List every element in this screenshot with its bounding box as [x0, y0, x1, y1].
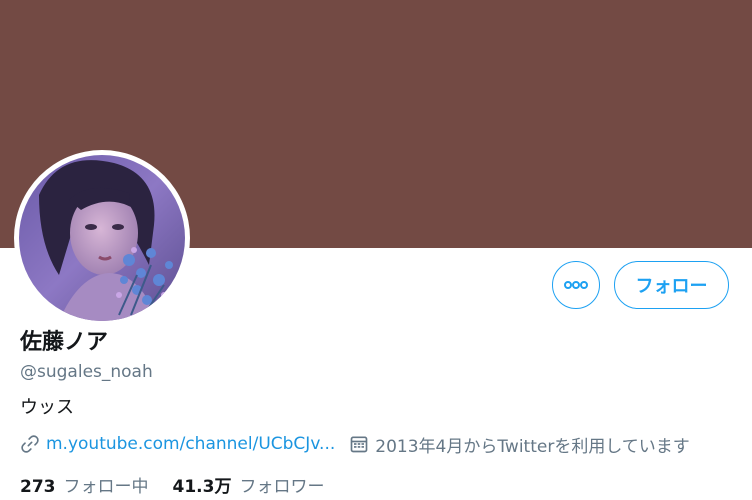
followers-label: フォロワー — [239, 477, 325, 497]
profile-bio: ウッス — [20, 397, 74, 418]
profile-url-link[interactable]: m.youtube.com/channel/UCbCJv... — [46, 434, 335, 454]
followers-stat[interactable]: 41.3万 フォロワー — [173, 472, 325, 497]
avatar[interactable] — [19, 155, 185, 321]
follow-stats: 273 フォロー中 41.3万 フォロワー — [20, 472, 324, 497]
avatar-photo — [19, 155, 185, 321]
joined-date-item: 2013年4月からTwitterを利用しています — [349, 432, 690, 457]
display-name: 佐藤ノア — [20, 330, 109, 355]
more-dots-icon — [564, 281, 588, 289]
following-stat[interactable]: 273 フォロー中 — [20, 472, 149, 497]
calendar-icon — [350, 436, 368, 453]
profile-meta: m.youtube.com/channel/UCbCJv... 2013年4月か… — [20, 432, 690, 457]
following-count: 273 — [20, 477, 56, 497]
link-icon — [21, 435, 39, 453]
joined-date-text: 2013年4月からTwitterを利用しています — [375, 436, 690, 457]
user-handle: @sugales_noah — [20, 362, 153, 382]
follow-button[interactable]: フォロー — [614, 261, 729, 309]
avatar-frame — [14, 150, 190, 326]
profile-url-item: m.youtube.com/channel/UCbCJv... — [20, 434, 335, 454]
following-label: フォロー中 — [63, 477, 149, 497]
profile-page: フォロー 佐藤ノア @sugales_noah ウッス m.youtube.co… — [0, 0, 752, 500]
more-options-button[interactable] — [552, 261, 600, 309]
followers-count: 41.3万 — [172, 477, 232, 497]
